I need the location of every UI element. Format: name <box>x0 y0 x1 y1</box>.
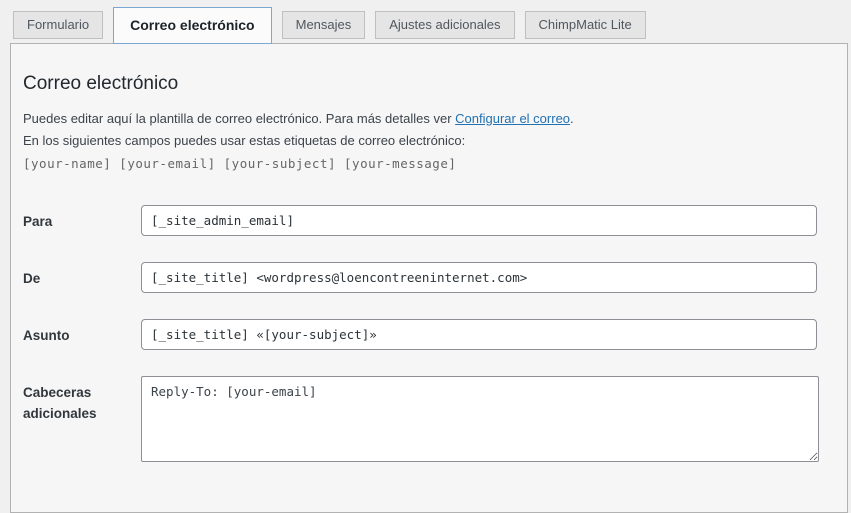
para-label: Para <box>23 205 141 232</box>
field-row-cabeceras: Cabeceras adicionales Reply-To: [your-em… <box>23 376 835 462</box>
de-input[interactable] <box>141 262 817 293</box>
para-input[interactable] <box>141 205 817 236</box>
tab-chimpmatic-lite[interactable]: ChimpMatic Lite <box>525 11 646 39</box>
panel-title: Correo electrónico <box>23 72 835 96</box>
asunto-input[interactable] <box>141 319 817 350</box>
mail-fields: Para De Asunto Cabeceras adicionales Rep… <box>23 205 835 462</box>
field-row-para: Para <box>23 205 835 236</box>
tab-ajustes-adicionales[interactable]: Ajustes adicionales <box>375 11 514 39</box>
field-row-de: De <box>23 262 835 293</box>
cabeceras-textarea[interactable]: Reply-To: [your-email] <box>141 376 819 462</box>
tab-correo-electronico[interactable]: Correo electrónico <box>113 7 271 44</box>
de-label: De <box>23 262 141 289</box>
mail-tags-list: [your-name] [your-email] [your-subject] … <box>23 153 835 175</box>
tab-formulario[interactable]: Formulario <box>13 11 103 39</box>
configure-mail-link[interactable]: Configurar el correo <box>455 111 570 126</box>
intro-text: Puedes editar aquí la plantilla de corre… <box>23 108 835 130</box>
settings-tabbar: Formulario Correo electrónico Mensajes A… <box>0 0 851 43</box>
intro-text-after-link: . <box>570 111 574 126</box>
mail-tags-hint: En los siguientes campos puedes usar est… <box>23 130 835 152</box>
tab-mensajes[interactable]: Mensajes <box>282 11 366 39</box>
mail-settings-panel: Correo electrónico Puedes editar aquí la… <box>10 43 848 513</box>
field-row-asunto: Asunto <box>23 319 835 350</box>
cabeceras-label: Cabeceras adicionales <box>23 376 141 424</box>
asunto-label: Asunto <box>23 319 141 346</box>
intro-text-before-link: Puedes editar aquí la plantilla de corre… <box>23 111 455 126</box>
